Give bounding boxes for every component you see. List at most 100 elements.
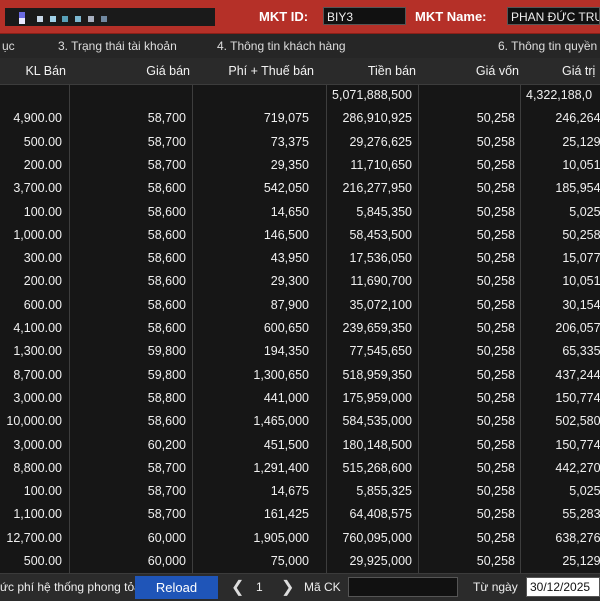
table-row[interactable]: 8,800.00 58,700 1,291,400 515,268,600 50,258… xyxy=(0,458,600,481)
cell-gia-von: 50,258 xyxy=(476,484,515,499)
cell-phi-thue: 719,075 xyxy=(263,111,309,126)
mkt-name-label: MKT Name: xyxy=(415,9,487,24)
mkt-id-field[interactable]: BIY3 xyxy=(323,7,406,25)
cell-tien-ban: 35,072,100 xyxy=(349,297,412,312)
tab-account-status[interactable]: 3. Trạng thái tài khoản xyxy=(58,39,177,53)
cell-gia-ban: 58,600 xyxy=(147,251,186,266)
col-header-gia-tri[interactable]: Giá trị xyxy=(530,64,600,78)
footer-bar: ức phí hệ thống phong tỏa Reload ❮ 1 ❯ M… xyxy=(0,573,600,601)
cell-gia-ban: 60,200 xyxy=(147,437,186,452)
cell-gia-von: 50,258 xyxy=(476,414,515,429)
table-row[interactable]: 1,000.00 58,600 146,500 58,453,500 50,258 50,… xyxy=(0,225,600,248)
table-row[interactable]: 100.00 58,700 14,675 5,855,325 50,258 5,025,8 xyxy=(0,481,600,504)
cell-phi-thue: 194,350 xyxy=(263,344,309,359)
cell-gia-tri: 185,954,6 xyxy=(555,181,600,196)
table-row[interactable]: 500.00 60,000 75,000 29,925,000 50,258 25,129… xyxy=(0,551,600,573)
table-row[interactable]: 300.00 58,600 43,950 17,536,050 50,258 15,077… xyxy=(0,248,600,271)
cell-gia-ban: 59,800 xyxy=(147,367,186,382)
cell-gia-tri: 150,774,0 xyxy=(555,437,600,452)
tab-rights-info[interactable]: 6. Thông tin quyền xyxy=(498,39,597,53)
summary-row: 5,071,888,500 4,322,188,0 xyxy=(0,85,600,108)
table-row[interactable]: 1,300.00 59,800 194,350 77,545,650 50,258 65,… xyxy=(0,341,600,364)
reload-button[interactable]: Reload xyxy=(135,576,218,599)
tab-customer-info[interactable]: 4. Thông tin khách hàng xyxy=(217,39,346,53)
cell-kl-ban: 8,700.00 xyxy=(13,367,62,382)
cell-gia-ban: 60,000 xyxy=(147,530,186,545)
cell-phi-thue: 1,291,400 xyxy=(253,460,309,475)
cell-kl-ban: 1,300.00 xyxy=(13,344,62,359)
cell-tien-ban: 77,545,650 xyxy=(349,344,412,359)
col-header-gia-von[interactable]: Giá vốn xyxy=(418,64,519,78)
cell-kl-ban: 3,000.00 xyxy=(13,390,62,405)
cell-phi-thue: 161,425 xyxy=(263,507,309,522)
next-page-icon[interactable]: ❯ xyxy=(281,577,294,597)
cell-gia-ban: 58,600 xyxy=(147,181,186,196)
cell-gia-tri: 25,129,0 xyxy=(562,134,600,149)
cell-gia-ban: 58,600 xyxy=(147,297,186,312)
col-header-phi-thue[interactable]: Phí + Thuế bán xyxy=(194,64,314,78)
from-date-input[interactable]: 30/12/2025 xyxy=(526,577,600,597)
cell-phi-thue: 1,300,650 xyxy=(253,367,309,382)
sell-orders-grid: KL Bán Giá bán Phí + Thuế bán Tiền bán G… xyxy=(0,58,600,573)
cell-phi-thue: 451,500 xyxy=(263,437,309,452)
cell-gia-ban: 58,600 xyxy=(147,204,186,219)
table-row[interactable]: 200.00 58,600 29,300 11,690,700 50,258 10,051… xyxy=(0,271,600,294)
cell-gia-tri: 55,283,8 xyxy=(562,507,600,522)
col-header-tien-ban[interactable]: Tiền bán xyxy=(325,64,416,78)
cell-tien-ban: 5,855,325 xyxy=(356,484,412,499)
table-row[interactable]: 3,000.00 60,200 451,500 180,148,500 50,258 15… xyxy=(0,435,600,458)
cell-gia-ban: 58,700 xyxy=(147,484,186,499)
ma-ck-input[interactable] xyxy=(348,577,458,597)
cell-gia-von: 50,258 xyxy=(476,507,515,522)
table-row[interactable]: 200.00 58,700 29,350 11,710,650 50,258 10,051… xyxy=(0,155,600,178)
cell-kl-ban: 10,000.00 xyxy=(6,414,62,429)
table-row[interactable]: 500.00 58,700 73,375 29,276,625 50,258 25,129… xyxy=(0,132,600,155)
redacted-user-field xyxy=(5,8,215,26)
cell-tien-ban: 760,095,000 xyxy=(342,530,412,545)
cell-gia-tri: 150,774,0 xyxy=(555,390,600,405)
cell-gia-ban: 58,700 xyxy=(147,157,186,172)
tab-partial[interactable]: ục xyxy=(2,39,15,53)
cell-gia-von: 50,258 xyxy=(476,437,515,452)
col-header-gia-ban[interactable]: Giá bán xyxy=(70,64,190,78)
cell-phi-thue: 43,950 xyxy=(270,251,309,266)
table-row[interactable]: 4,100.00 58,600 600,650 239,659,350 50,258 20… xyxy=(0,318,600,341)
table-row[interactable]: 4,900.00 58,700 719,075 286,910,925 50,258 24… xyxy=(0,108,600,131)
cell-kl-ban: 4,100.00 xyxy=(13,321,62,335)
cell-phi-thue: 542,050 xyxy=(263,181,309,196)
table-row[interactable]: 10,000.00 58,600 1,465,000 584,535,000 50,25… xyxy=(0,411,600,434)
table-row[interactable]: 100.00 58,600 14,650 5,845,350 50,258 5,025,8 xyxy=(0,202,600,225)
mkt-name-field[interactable]: PHAN ĐỨC TRUN xyxy=(507,7,600,25)
cell-gia-von: 50,258 xyxy=(476,204,515,219)
table-row[interactable]: 1,100.00 58,700 161,425 64,408,575 50,258 55,… xyxy=(0,504,600,527)
cell-phi-thue: 146,500 xyxy=(263,227,309,242)
cell-tien-ban: 64,408,575 xyxy=(349,507,412,522)
cell-gia-von: 50,258 xyxy=(476,111,515,126)
table-row[interactable]: 3,700.00 58,600 542,050 216,277,950 50,258 18… xyxy=(0,178,600,201)
table-row[interactable]: 3,000.00 58,800 441,000 175,959,000 50,258 15… xyxy=(0,388,600,411)
cell-phi-thue: 29,300 xyxy=(270,274,309,289)
table-row[interactable]: 8,700.00 59,800 1,300,650 518,959,350 50,258… xyxy=(0,365,600,388)
cell-gia-tri: 206,057,8 xyxy=(555,321,600,335)
cell-gia-tri: 30,154,8 xyxy=(562,297,600,312)
cell-kl-ban: 1,000.00 xyxy=(13,227,62,242)
summary-tien-ban: 5,071,888,500 xyxy=(332,88,412,102)
cell-gia-von: 50,258 xyxy=(476,274,515,289)
cell-gia-von: 50,258 xyxy=(476,367,515,382)
cell-kl-ban: 100.00 xyxy=(23,484,62,499)
cell-gia-von: 50,258 xyxy=(476,227,515,242)
cell-tien-ban: 216,277,950 xyxy=(342,181,412,196)
cell-tien-ban: 58,453,500 xyxy=(349,227,412,242)
table-row[interactable]: 600.00 58,600 87,900 35,072,100 50,258 30,154… xyxy=(0,295,600,318)
cell-gia-tri: 502,580,0 xyxy=(555,414,600,429)
table-row[interactable]: 12,700.00 60,000 1,905,000 760,095,000 50,25… xyxy=(0,528,600,551)
tu-ngay-label: Từ ngày xyxy=(473,580,518,594)
cell-tien-ban: 180,148,500 xyxy=(342,437,412,452)
cell-kl-ban: 200.00 xyxy=(23,157,62,172)
cell-gia-tri: 437,244,6 xyxy=(555,367,600,382)
col-header-kl-ban[interactable]: KL Bán xyxy=(0,64,66,78)
prev-page-icon[interactable]: ❮ xyxy=(231,577,244,597)
cell-gia-ban: 58,600 xyxy=(147,227,186,242)
cell-phi-thue: 1,905,000 xyxy=(253,530,309,545)
cell-gia-tri: 638,276,6 xyxy=(555,530,600,545)
